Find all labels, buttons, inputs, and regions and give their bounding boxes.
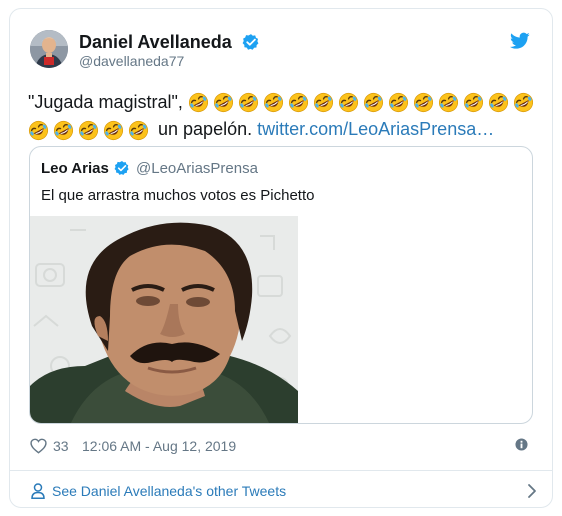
rolling-on-the-floor-laughing-emoji (188, 92, 209, 113)
quoted-author-name: Leo Arias (41, 160, 109, 177)
rolling-on-the-floor-laughing-emoji (288, 92, 309, 113)
rolling-on-the-floor-laughing-emoji (363, 92, 384, 113)
tweet-text: "Jugada magistral", un papelón. twitter.… (28, 89, 538, 144)
person-icon (31, 483, 45, 499)
tweet-timestamp[interactable]: 12:06 AM - Aug 12, 2019 (82, 438, 236, 454)
heart-icon[interactable] (30, 438, 47, 454)
divider (10, 470, 552, 471)
see-other-tweets-label[interactable]: See Daniel Avellaneda's other Tweets (52, 483, 286, 499)
rolling-on-the-floor-laughing-emoji (313, 92, 334, 113)
rolling-on-the-floor-laughing-emoji (488, 92, 509, 113)
author-name[interactable]: Daniel Avellaneda (79, 32, 232, 53)
info-icon[interactable] (515, 438, 528, 451)
quoted-author-handle: @LeoAriasPrensa (136, 160, 258, 177)
rolling-on-the-floor-laughing-emoji (78, 120, 99, 141)
emoji-group (28, 118, 153, 144)
twitter-bird-icon[interactable] (510, 32, 530, 50)
tweet-text-end: un papelón. (158, 119, 253, 140)
quoted-tweet-photo[interactable] (30, 216, 298, 424)
verified-badge-icon (114, 160, 130, 176)
rolling-on-the-floor-laughing-emoji (213, 92, 234, 113)
verified-badge-icon (242, 33, 260, 51)
rolling-on-the-floor-laughing-emoji (238, 92, 259, 113)
rolling-on-the-floor-laughing-emoji (413, 92, 434, 113)
rolling-on-the-floor-laughing-emoji (263, 92, 284, 113)
rolling-on-the-floor-laughing-emoji (338, 92, 359, 113)
author-handle[interactable]: @davellaneda77 (79, 53, 184, 69)
author-avatar[interactable] (30, 30, 68, 68)
tweet-text-start: "Jugada magistral", (28, 92, 183, 112)
rolling-on-the-floor-laughing-emoji (438, 92, 459, 113)
rolling-on-the-floor-laughing-emoji (513, 92, 534, 113)
rolling-on-the-floor-laughing-emoji (463, 92, 484, 113)
quoted-tweet-text: El que arrastra muchos votos es Pichetto (41, 187, 315, 204)
rolling-on-the-floor-laughing-emoji (388, 92, 409, 113)
embedded-tweet-card[interactable]: Daniel Avellaneda @davellaneda77 "Jugada… (9, 8, 553, 508)
rolling-on-the-floor-laughing-emoji (128, 120, 149, 141)
rolling-on-the-floor-laughing-emoji (28, 120, 49, 141)
quoted-tweet[interactable]: Leo Arias @LeoAriasPrensa El que arrastr… (29, 146, 533, 424)
like-count[interactable]: 33 (53, 438, 69, 454)
rolling-on-the-floor-laughing-emoji (103, 120, 124, 141)
rolling-on-the-floor-laughing-emoji (53, 120, 74, 141)
chevron-right-icon[interactable] (527, 483, 537, 499)
emoji-group (188, 90, 538, 116)
quoted-tweet-link[interactable]: twitter.com/LeoAriasPrensa… (257, 119, 494, 139)
